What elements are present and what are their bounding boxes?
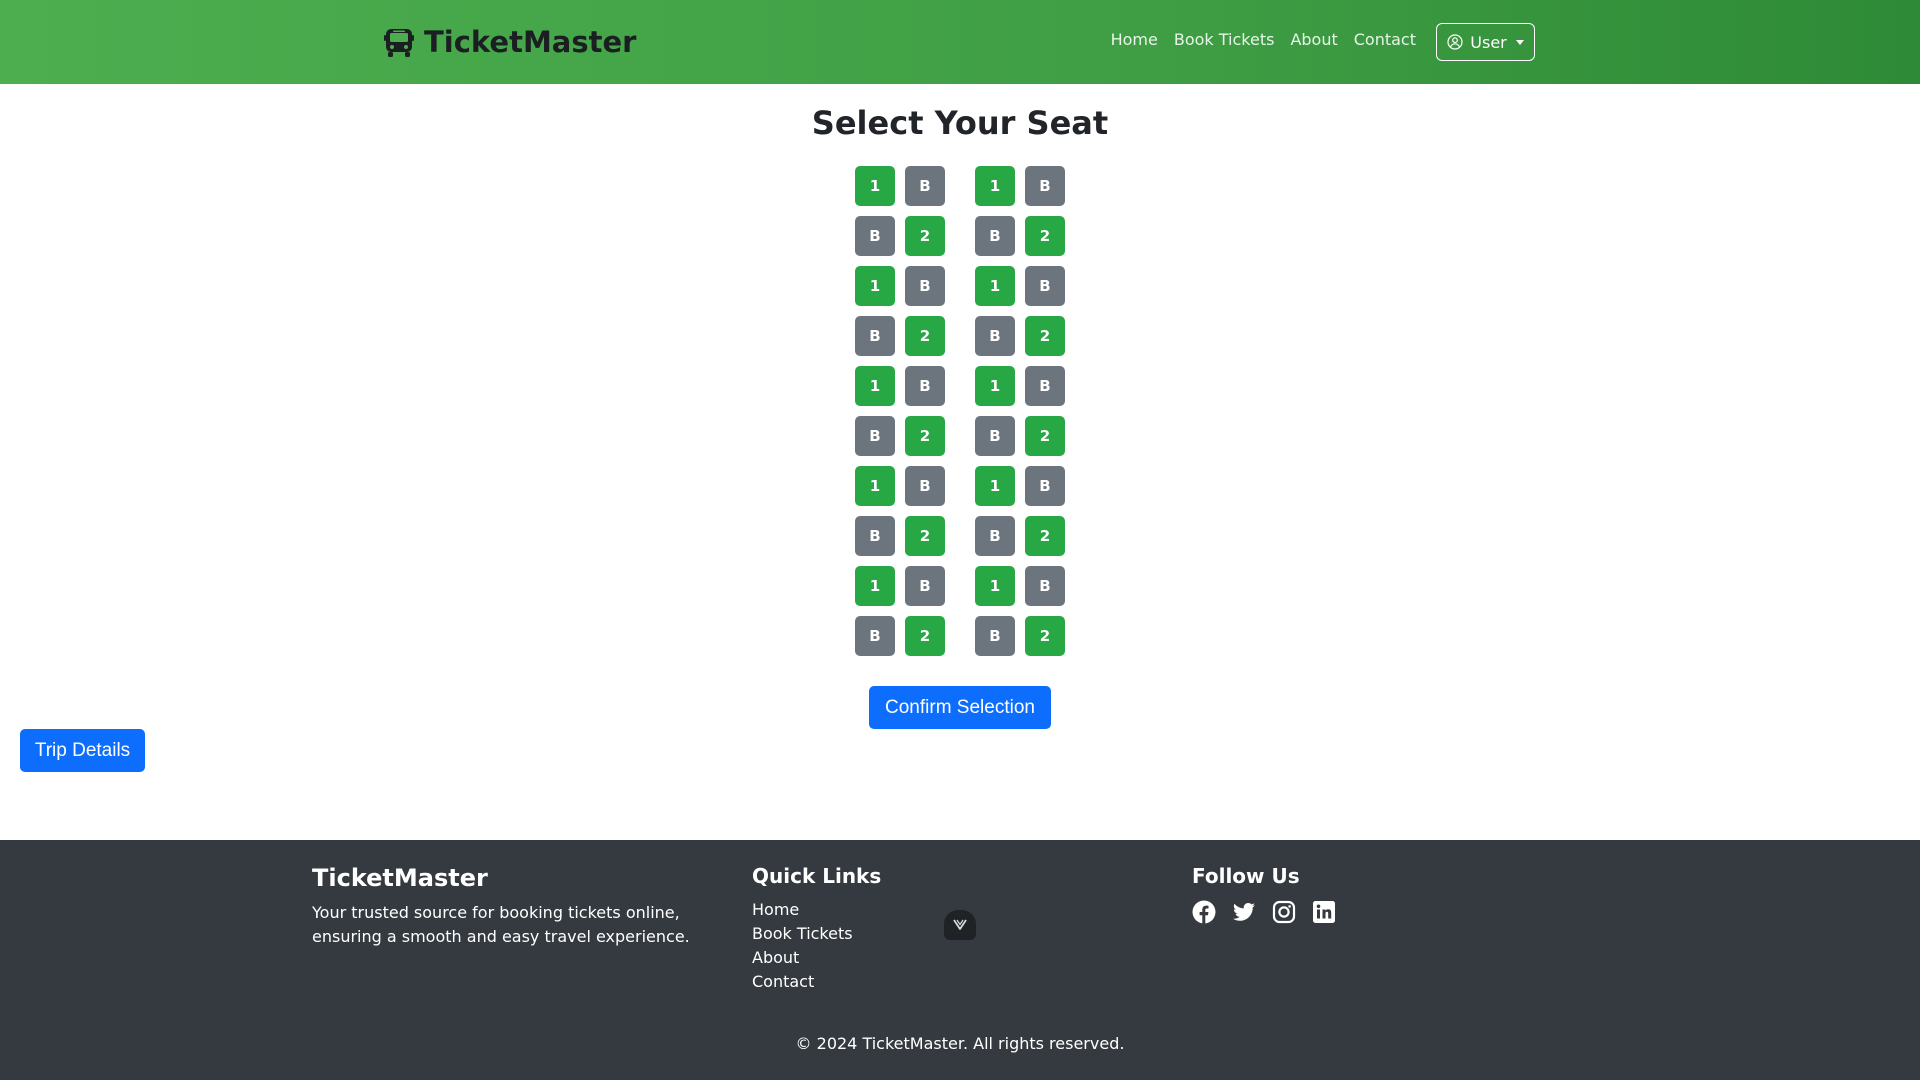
seat-available[interactable]: 1 xyxy=(975,266,1015,306)
seat-available[interactable]: 2 xyxy=(905,516,945,556)
seat-booked: B xyxy=(905,566,945,606)
seat-booked: B xyxy=(975,416,1015,456)
seat-booked: B xyxy=(975,216,1015,256)
list-item: Home xyxy=(752,898,853,922)
seat-available[interactable]: 1 xyxy=(855,166,895,206)
footer-home-link[interactable]: Home xyxy=(752,900,799,919)
seat-booked: B xyxy=(905,466,945,506)
seat-available[interactable]: 1 xyxy=(855,466,895,506)
seat-available[interactable]: 1 xyxy=(855,566,895,606)
footer-description: Your trusted source for booking tickets … xyxy=(312,903,690,946)
seat-available[interactable]: 1 xyxy=(975,466,1015,506)
list-item: About xyxy=(752,946,853,970)
seat-booked: B xyxy=(975,616,1015,656)
seat-available[interactable]: 2 xyxy=(905,616,945,656)
seat-booked: B xyxy=(1025,266,1065,306)
seat-booked: B xyxy=(855,516,895,556)
seat-available[interactable]: 2 xyxy=(905,216,945,256)
seat-available[interactable]: 2 xyxy=(1025,616,1065,656)
footer-about-link[interactable]: About xyxy=(752,948,799,967)
confirm-selection-button[interactable]: Confirm Selection xyxy=(869,686,1051,729)
seat-booked: B xyxy=(975,516,1015,556)
chevron-down-icon xyxy=(953,919,967,930)
quick-links-list: Home Book Tickets About Contact xyxy=(752,898,853,994)
facebook-icon[interactable] xyxy=(1192,900,1216,924)
footer-book-tickets-link[interactable]: Book Tickets xyxy=(752,924,853,943)
list-item: Book Tickets xyxy=(752,922,853,946)
seat-available[interactable]: 1 xyxy=(855,266,895,306)
seat-available[interactable]: 2 xyxy=(1025,516,1065,556)
seat-available[interactable]: 2 xyxy=(1025,416,1065,456)
seat-booked: B xyxy=(1025,466,1065,506)
twitter-icon[interactable] xyxy=(1232,900,1256,924)
seat-booked: B xyxy=(855,216,895,256)
scroll-to-top-button[interactable] xyxy=(944,910,976,940)
seat-booked: B xyxy=(905,166,945,206)
footer-contact-link[interactable]: Contact xyxy=(752,972,814,991)
seat-booked: B xyxy=(855,316,895,356)
seat-booked: B xyxy=(1025,166,1065,206)
seat-booked: B xyxy=(975,316,1015,356)
seat-available[interactable]: 1 xyxy=(855,366,895,406)
seat-booked: B xyxy=(855,616,895,656)
quick-links-heading: Quick Links xyxy=(752,864,882,888)
seat-booked: B xyxy=(905,366,945,406)
seat-available[interactable]: 2 xyxy=(1025,316,1065,356)
copyright-text: © 2024 TicketMaster. All rights reserved… xyxy=(795,1034,1125,1053)
seat-map: 1B1BB2B21B1BB2B21B1BB2B21B1BB2B21B1BB2B2 xyxy=(0,0,1920,680)
trip-details-button[interactable]: Trip Details xyxy=(20,729,145,772)
seat-booked: B xyxy=(1025,366,1065,406)
seat-available[interactable]: 1 xyxy=(975,166,1015,206)
seat-available[interactable]: 2 xyxy=(905,316,945,356)
instagram-icon[interactable] xyxy=(1272,900,1296,924)
footer: TicketMaster Your trusted source for boo… xyxy=(0,840,1920,1080)
list-item: Contact xyxy=(752,970,853,994)
seat-available[interactable]: 2 xyxy=(1025,216,1065,256)
seat-available[interactable]: 1 xyxy=(975,366,1015,406)
seat-booked: B xyxy=(1025,566,1065,606)
seat-booked: B xyxy=(855,416,895,456)
seat-available[interactable]: 2 xyxy=(905,416,945,456)
linkedin-icon[interactable] xyxy=(1312,900,1336,924)
footer-brand: TicketMaster xyxy=(312,864,488,892)
follow-us-heading: Follow Us xyxy=(1192,864,1300,888)
seat-booked: B xyxy=(905,266,945,306)
social-links xyxy=(1192,900,1336,924)
seat-available[interactable]: 1 xyxy=(975,566,1015,606)
